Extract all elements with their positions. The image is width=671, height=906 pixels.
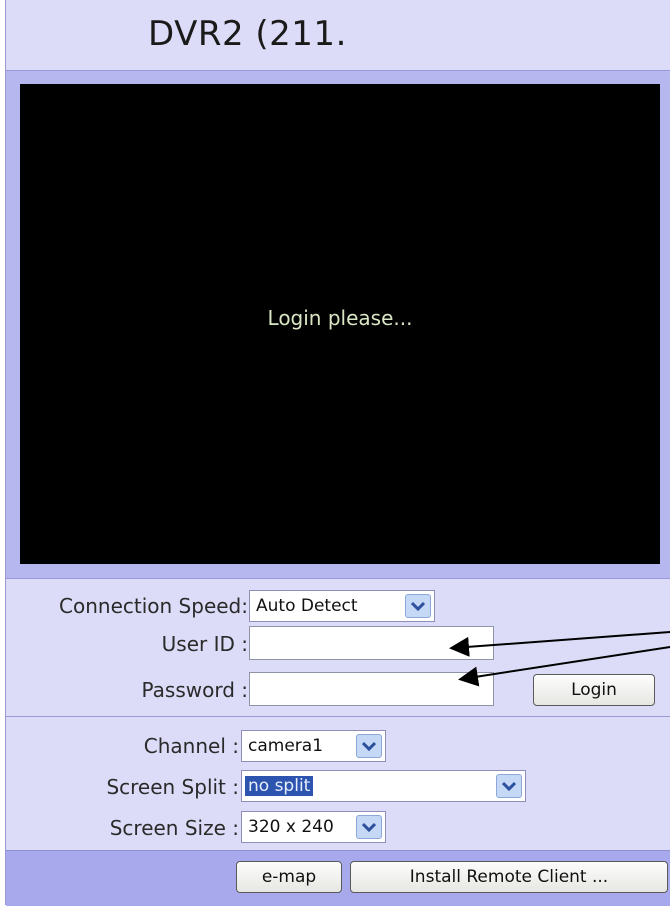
annotation-arrow-icon — [449, 631, 671, 687]
